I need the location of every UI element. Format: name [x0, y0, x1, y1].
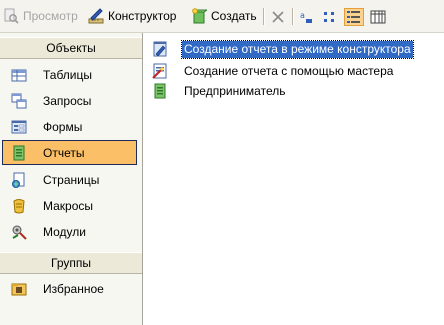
list-view-icon: [347, 11, 360, 23]
create-new-icon: [192, 8, 207, 24]
small-icons-icon: [324, 12, 334, 22]
sidebar-item-favorites[interactable]: Избранное: [2, 276, 137, 301]
sidebar-item-label: Запросы: [43, 93, 92, 108]
form-icon: [11, 120, 27, 133]
sidebar-item-forms[interactable]: Формы: [2, 114, 137, 139]
macro-icon: [13, 198, 25, 213]
constructor-label: Конструктор: [108, 9, 177, 23]
create-button[interactable]: Создать: [191, 6, 257, 26]
details-view-button[interactable]: [368, 8, 388, 26]
preview-icon: [4, 8, 19, 24]
preview-label: Просмотр: [23, 9, 78, 23]
module-icon: [12, 225, 27, 240]
list-item[interactable]: Создание отчета с помощью мастера: [152, 62, 395, 80]
create-label: Создать: [211, 9, 257, 23]
sidebar-item-label: Избранное: [43, 281, 104, 296]
toolbar-separator: [263, 8, 265, 25]
svg-text:a: a: [300, 11, 305, 20]
sidebar-item-queries[interactable]: Запросы: [2, 88, 137, 113]
delete-button[interactable]: [268, 8, 288, 26]
sidebar-item-label: Таблицы: [43, 67, 93, 82]
toolbar-separator: [292, 8, 294, 25]
delete-icon: [272, 11, 284, 23]
list-view-button[interactable]: [344, 8, 364, 26]
list-item-label: Создание отчета в режиме конструктора: [181, 39, 414, 59]
groups-group-header[interactable]: Группы: [0, 252, 142, 274]
details-view-icon: [370, 10, 386, 24]
wizard-icon: [152, 63, 167, 79]
page-icon: [12, 172, 25, 188]
table-icon: [11, 69, 27, 81]
report-icon: [154, 83, 166, 99]
objects-group-header[interactable]: Объекты: [0, 37, 142, 59]
constructor-button[interactable]: Конструктор: [88, 6, 176, 26]
sidebar-item-label: Модули: [43, 224, 86, 239]
sidebar-item-macros[interactable]: Макросы: [2, 193, 137, 218]
toolbar: Просмотр Конструктор Создать a: [0, 0, 444, 33]
objects-list: Создание отчета в режиме конструктора Со…: [144, 33, 444, 325]
report-icon: [13, 145, 25, 160]
groups-header-label: Группы: [51, 256, 91, 270]
preview-button[interactable]: Просмотр: [3, 6, 78, 26]
sidebar-item-tables[interactable]: Таблицы: [2, 62, 137, 87]
sidebar-item-label: Формы: [43, 119, 83, 134]
small-icons-button[interactable]: [320, 8, 340, 26]
list-item-label: Предприниматель: [184, 83, 286, 98]
sidebar-item-pages[interactable]: Страницы: [2, 167, 137, 192]
list-item-label: Создание отчета с помощью мастера: [184, 63, 394, 78]
sidebar-item-modules[interactable]: Модули: [2, 219, 137, 244]
list-item[interactable]: Создание отчета в режиме конструктора: [152, 39, 414, 59]
query-icon: [11, 93, 27, 108]
sidebar-item-label: Отчеты: [43, 145, 85, 160]
objects-header-label: Объекты: [46, 41, 96, 55]
large-icons-button[interactable]: a: [296, 8, 316, 26]
sidebar-item-label: Страницы: [43, 172, 100, 187]
objects-sidebar: Объекты Таблицы Запросы Формы Отчеты Стр…: [0, 33, 143, 325]
design-view-icon: [153, 41, 167, 57]
sidebar-item-reports[interactable]: Отчеты: [2, 140, 137, 165]
pencil-ruler-icon: [88, 8, 104, 24]
list-item[interactable]: Предприниматель: [152, 82, 287, 100]
large-icons-icon: a: [300, 11, 312, 23]
favorites-icon: [11, 283, 27, 295]
sidebar-item-label: Макросы: [43, 198, 94, 213]
